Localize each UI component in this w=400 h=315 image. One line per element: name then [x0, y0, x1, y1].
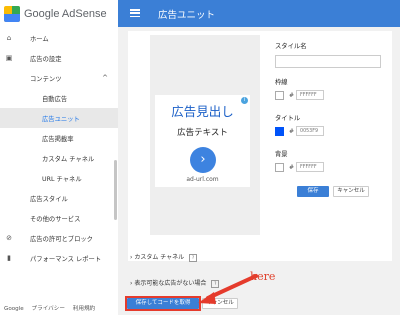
ad-preview-panel: i 広告見出し 広告テキスト › ad-url.com	[150, 35, 260, 235]
ad-unit-editor-card: i 広告見出し 広告テキスト › ad-url.com スタイル名 枠線 # F…	[128, 31, 392, 261]
sidebar: Google AdSense ⌂ ホーム ▣ 広告の設定 コンテンツ ^ 自動広…	[0, 0, 119, 315]
save-button[interactable]: 保存	[297, 186, 329, 197]
sidebar-item-content[interactable]: コンテンツ ^	[0, 68, 118, 88]
sidebar-item-label: 自動広告	[42, 95, 68, 103]
sidebar-item-label: URL チャネル	[42, 175, 82, 183]
border-color-row: # FFFFFF	[275, 89, 325, 101]
chevron-right-icon: ›	[190, 147, 216, 173]
sidebar-item-ad-styles[interactable]: 広告スタイル	[0, 188, 118, 208]
sidebar-item-label: パフォーマンス レポート	[30, 255, 102, 263]
hash-symbol: #	[289, 163, 295, 171]
footer-google: Google	[4, 306, 24, 312]
top-bar: 広告ユニット	[118, 0, 400, 27]
annotation-highlight-box	[125, 296, 201, 311]
background-color-swatch[interactable]	[275, 162, 284, 172]
background-color-row: # FFFFFF	[275, 161, 325, 173]
block-icon: ⊘	[6, 234, 12, 242]
sidebar-item-ad-units[interactable]: 広告ユニット	[0, 108, 118, 128]
sidebar-item-label: カスタム チャネル	[42, 155, 95, 163]
title-color-row: # 0053F9	[275, 125, 325, 137]
bar-chart-icon: ▮	[7, 254, 11, 262]
style-name-label: スタイル名	[275, 43, 307, 50]
background-color-input[interactable]: FFFFFF	[296, 162, 325, 172]
sidebar-item-home[interactable]: ⌂ ホーム	[0, 28, 118, 48]
custom-channel-expander[interactable]: › カスタム チャネル ?	[130, 252, 198, 262]
brand-name: Google AdSense	[24, 8, 107, 20]
footer-privacy-link[interactable]: プライバシー	[32, 306, 65, 312]
sidebar-nav: ⌂ ホーム ▣ 広告の設定 コンテンツ ^ 自動広告 広告ユニット 広告掲載率 …	[0, 28, 118, 268]
hash-symbol: #	[289, 127, 295, 135]
custom-channel-label: カスタム チャネル	[134, 254, 185, 261]
sidebar-item-label: 広告の設定	[30, 55, 62, 63]
hash-symbol: #	[289, 91, 295, 99]
ad-text: 広告テキスト	[177, 128, 228, 138]
ad-preview: i 広告見出し 広告テキスト › ad-url.com	[155, 95, 250, 187]
sidebar-item-ad-settings[interactable]: ▣ 広告の設定	[0, 48, 118, 68]
sidebar-item-coverage[interactable]: 広告掲載率	[0, 128, 118, 148]
hamburger-menu-icon[interactable]	[130, 9, 140, 18]
page-title: 広告ユニット	[158, 10, 216, 21]
sidebar-item-label: 広告の許可とブロック	[30, 235, 93, 243]
expand-icon: ›	[130, 280, 133, 287]
ad-headline: 広告見出し	[171, 104, 234, 119]
style-name-input[interactable]	[275, 55, 381, 68]
adsense-logo-icon	[4, 6, 20, 22]
sidebar-scrollbar[interactable]	[114, 160, 117, 220]
annotation-text: here	[250, 270, 276, 283]
sidebar-item-allow-block[interactable]: ⊘ 広告の許可とブロック	[0, 228, 118, 248]
help-icon[interactable]: ?	[189, 253, 198, 262]
expand-icon: ›	[130, 254, 133, 261]
sidebar-item-custom-channels[interactable]: カスタム チャネル	[0, 148, 118, 168]
ad-url: ad-url.com	[186, 176, 219, 183]
sidebar-item-label: 広告ユニット	[42, 115, 80, 123]
sidebar-item-url-channels[interactable]: URL チャネル	[0, 168, 118, 188]
brand[interactable]: Google AdSense	[4, 6, 107, 22]
border-label: 枠線	[275, 79, 288, 86]
sidebar-item-label: 広告スタイル	[30, 195, 68, 203]
background-label: 背景	[275, 151, 288, 158]
sidebar-footer: Google プライバシー 利用規約	[4, 304, 101, 312]
sidebar-item-label: その他のサービス	[30, 215, 81, 223]
sidebar-item-label: 広告掲載率	[42, 135, 74, 143]
border-color-swatch[interactable]	[275, 90, 284, 100]
sidebar-item-other-services[interactable]: その他のサービス	[0, 208, 118, 228]
border-color-input[interactable]: FFFFFF	[296, 90, 325, 100]
sidebar-item-label: コンテンツ	[30, 75, 62, 83]
home-icon: ⌂	[6, 34, 12, 42]
sidebar-item-label: ホーム	[30, 35, 49, 43]
cancel-button[interactable]: キャンセル	[333, 186, 369, 197]
title-color-swatch[interactable]	[275, 126, 284, 136]
chevron-up-icon[interactable]: ^	[102, 74, 108, 82]
title-color-input[interactable]: 0053F9	[296, 126, 325, 136]
sidebar-item-auto-ads[interactable]: 自動広告	[0, 88, 118, 108]
sidebar-item-performance-reports[interactable]: ▮ パフォーマンス レポート	[0, 248, 118, 268]
ad-settings-icon: ▣	[5, 54, 13, 62]
footer-terms-link[interactable]: 利用規約	[73, 306, 95, 312]
title-color-label: タイトル	[275, 115, 301, 122]
